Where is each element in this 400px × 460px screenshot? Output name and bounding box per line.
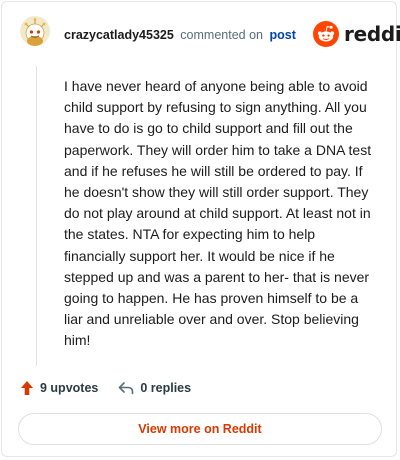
- username-link[interactable]: crazycatlady45325: [64, 28, 174, 42]
- comment-embed-card: crazycatlady45325 commented on post redd…: [1, 1, 400, 457]
- reply-arrow-icon: [119, 382, 134, 395]
- upvote-arrow-icon: [21, 381, 33, 395]
- comment-header: crazycatlady45325 commented on post redd…: [2, 2, 400, 62]
- reddit-logo-icon: [313, 21, 339, 47]
- comment-body: I have never heard of anyone being able …: [64, 78, 372, 349]
- reply-metric[interactable]: 0 replies: [118, 381, 191, 395]
- reddit-brand[interactable]: reddit: [313, 20, 400, 48]
- reddit-wordmark: reddit: [344, 22, 400, 46]
- comment-meta: crazycatlady45325 commented on post: [64, 27, 296, 43]
- comment-footer: 9 upvotes 0 replies: [20, 378, 211, 398]
- view-more-button[interactable]: View more on Reddit: [18, 413, 382, 445]
- thread-line: [36, 66, 37, 366]
- user-avatar[interactable]: [20, 16, 50, 46]
- action-text: commented on: [180, 28, 263, 42]
- reply-count: 0 replies: [140, 381, 192, 395]
- upvote-count: 9 upvotes: [40, 381, 99, 395]
- snoo-avatar-icon: [20, 16, 50, 46]
- upvote-metric[interactable]: 9 upvotes: [20, 380, 98, 396]
- post-link[interactable]: post: [269, 28, 295, 42]
